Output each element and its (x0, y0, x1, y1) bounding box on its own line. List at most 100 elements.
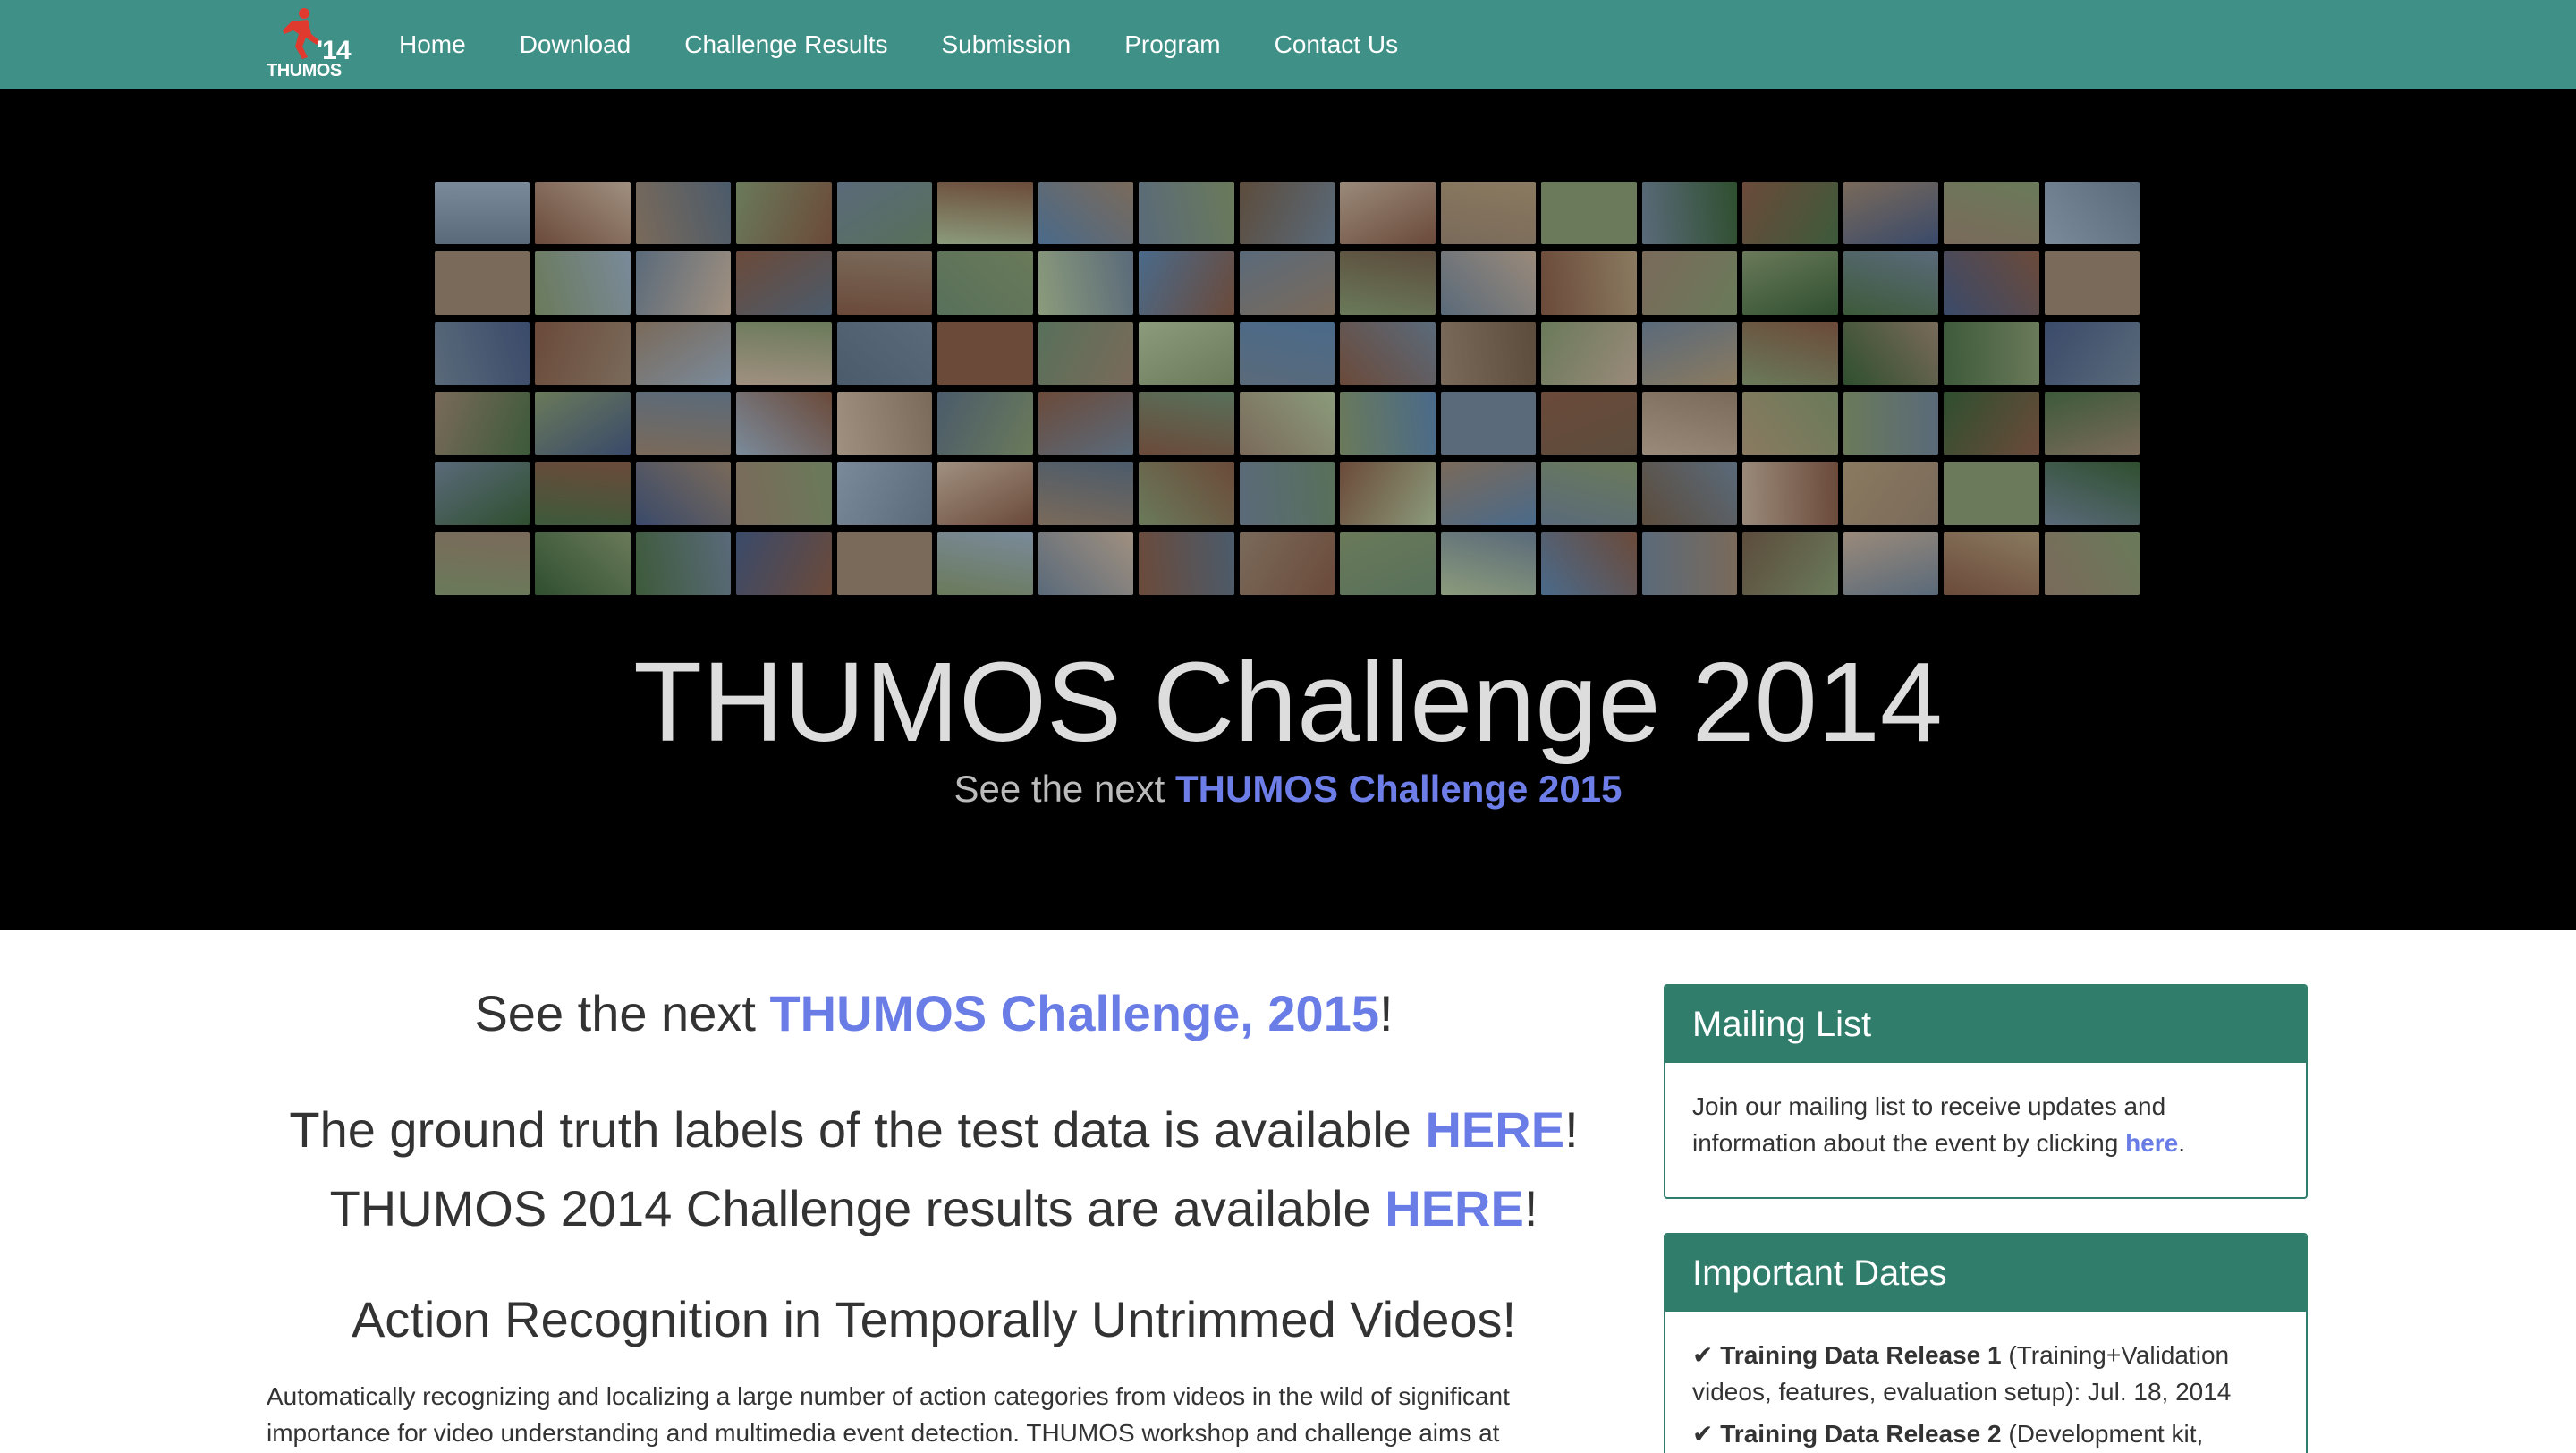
video-thumbnail (1742, 321, 1838, 385)
ground-truth-heading: The ground truth labels of the test data… (267, 1100, 1601, 1159)
video-thumbnail (836, 182, 933, 245)
ground-truth-link[interactable]: HERE (1425, 1101, 1564, 1158)
video-thumbnail (1742, 251, 1838, 315)
video-thumbnail (1944, 251, 2039, 315)
video-thumbnail (1340, 531, 1436, 595)
logo-text: THUMOS (267, 61, 342, 81)
thumos-logo[interactable]: '14 THUMOS (265, 7, 352, 82)
results-heading: THUMOS 2014 Challenge results are availa… (267, 1179, 1601, 1237)
video-thumbnail (1139, 392, 1234, 455)
hero-2015-link[interactable]: THUMOS Challenge 2015 (1175, 768, 1622, 810)
video-thumbnail (635, 251, 732, 315)
video-thumbnail (1641, 531, 1738, 595)
video-thumbnail (1139, 251, 1234, 315)
video-thumbnail (1038, 462, 1134, 525)
video-thumbnail (1944, 182, 2039, 245)
video-thumbnail (435, 392, 530, 455)
mailing-list-link[interactable]: here (2125, 1129, 2178, 1157)
nav-home[interactable]: Home (399, 30, 466, 59)
video-thumbnail (1239, 531, 1335, 595)
video-thumbnail (1440, 392, 1537, 455)
video-thumbnail (535, 251, 631, 315)
video-thumbnail (1843, 392, 1939, 455)
results-suffix: ! (1523, 1180, 1538, 1236)
video-thumbnail (1038, 321, 1134, 385)
video-thumbnail (937, 251, 1033, 315)
mailing-list-text: Join our mailing list to receive updates… (1692, 1092, 2166, 1157)
nav-challenge-results[interactable]: Challenge Results (684, 30, 887, 59)
video-thumbnail (635, 392, 732, 455)
video-thumbnail (435, 462, 530, 525)
ground-truth-suffix: ! (1564, 1101, 1579, 1158)
video-thumbnail (937, 392, 1033, 455)
intro-paragraph: Automatically recognizing and localizing… (267, 1382, 1510, 1447)
video-thumbnail-mosaic (433, 179, 2143, 599)
video-thumbnail (836, 392, 933, 455)
mailing-list-suffix: . (2178, 1129, 2185, 1157)
video-thumbnail (836, 531, 933, 595)
video-thumbnail (435, 321, 530, 385)
video-thumbnail (1944, 321, 2039, 385)
video-thumbnail (736, 251, 832, 315)
video-thumbnail (1944, 392, 2039, 455)
video-thumbnail (1440, 182, 1537, 245)
nav-submission[interactable]: Submission (941, 30, 1071, 59)
check-icon: ✔ (1692, 1341, 1714, 1369)
hero-subtitle-prefix: See the next (953, 768, 1176, 810)
video-thumbnail (1742, 182, 1838, 245)
nav-download[interactable]: Download (520, 30, 631, 59)
video-thumbnail (736, 321, 832, 385)
hero-title: THUMOS Challenge 2014 (633, 639, 1943, 765)
video-thumbnail (535, 531, 631, 595)
video-thumbnail (1843, 321, 1939, 385)
challenge-2015-link[interactable]: THUMOS Challenge, 2015 (769, 985, 1379, 1041)
next-suffix: ! (1378, 985, 1394, 1041)
important-dates-title: Important Dates (1665, 1235, 2306, 1312)
video-thumbnail (1038, 251, 1134, 315)
video-thumbnail (1340, 182, 1436, 245)
video-thumbnail (435, 531, 530, 595)
results-link[interactable]: HERE (1385, 1180, 1524, 1236)
video-thumbnail (1742, 531, 1838, 595)
video-thumbnail (1843, 531, 1939, 595)
video-thumbnail (937, 531, 1033, 595)
video-thumbnail (535, 392, 631, 455)
date-label: Training Data Release 2 (1720, 1420, 2002, 1448)
video-thumbnail (736, 462, 832, 525)
video-thumbnail (1440, 321, 1537, 385)
video-thumbnail (635, 321, 732, 385)
mailing-list-panel: Mailing List Join our mailing list to re… (1664, 984, 2308, 1199)
video-thumbnail (836, 251, 933, 315)
video-thumbnail (937, 462, 1033, 525)
video-thumbnail (435, 251, 530, 315)
video-thumbnail (1139, 182, 1234, 245)
video-thumbnail (2044, 321, 2140, 385)
nav-program[interactable]: Program (1124, 30, 1220, 59)
video-thumbnail (736, 392, 832, 455)
section-title: Action Recognition in Temporally Untrimm… (351, 1291, 1517, 1347)
video-thumbnail (1541, 531, 1637, 595)
video-thumbnail (2044, 392, 2140, 455)
video-thumbnail (1038, 182, 1134, 245)
video-thumbnail (1139, 462, 1234, 525)
nav-contact-us[interactable]: Contact Us (1275, 30, 1399, 59)
date-detail: (Development kit, (2001, 1420, 2204, 1448)
video-thumbnail (635, 462, 732, 525)
video-thumbnail (1139, 321, 1234, 385)
date-label: Training Data Release 1 (1720, 1341, 2002, 1369)
video-thumbnail (1641, 462, 1738, 525)
video-thumbnail (1641, 392, 1738, 455)
video-thumbnail (1340, 251, 1436, 315)
nav-links: Home Download Challenge Results Submissi… (399, 0, 1452, 89)
video-thumbnail (535, 462, 631, 525)
hero-banner: THUMOS Challenge 2014 See the next THUMO… (0, 89, 2576, 930)
important-dates-panel: Important Dates ✔ Training Data Release … (1664, 1233, 2308, 1453)
video-thumbnail (1340, 321, 1436, 385)
video-thumbnail (1239, 462, 1335, 525)
results-prefix: THUMOS 2014 Challenge results are availa… (329, 1180, 1385, 1236)
video-thumbnail (1038, 531, 1134, 595)
video-thumbnail (736, 531, 832, 595)
video-thumbnail (2044, 462, 2140, 525)
video-thumbnail (736, 182, 832, 245)
video-thumbnail (1541, 182, 1637, 245)
